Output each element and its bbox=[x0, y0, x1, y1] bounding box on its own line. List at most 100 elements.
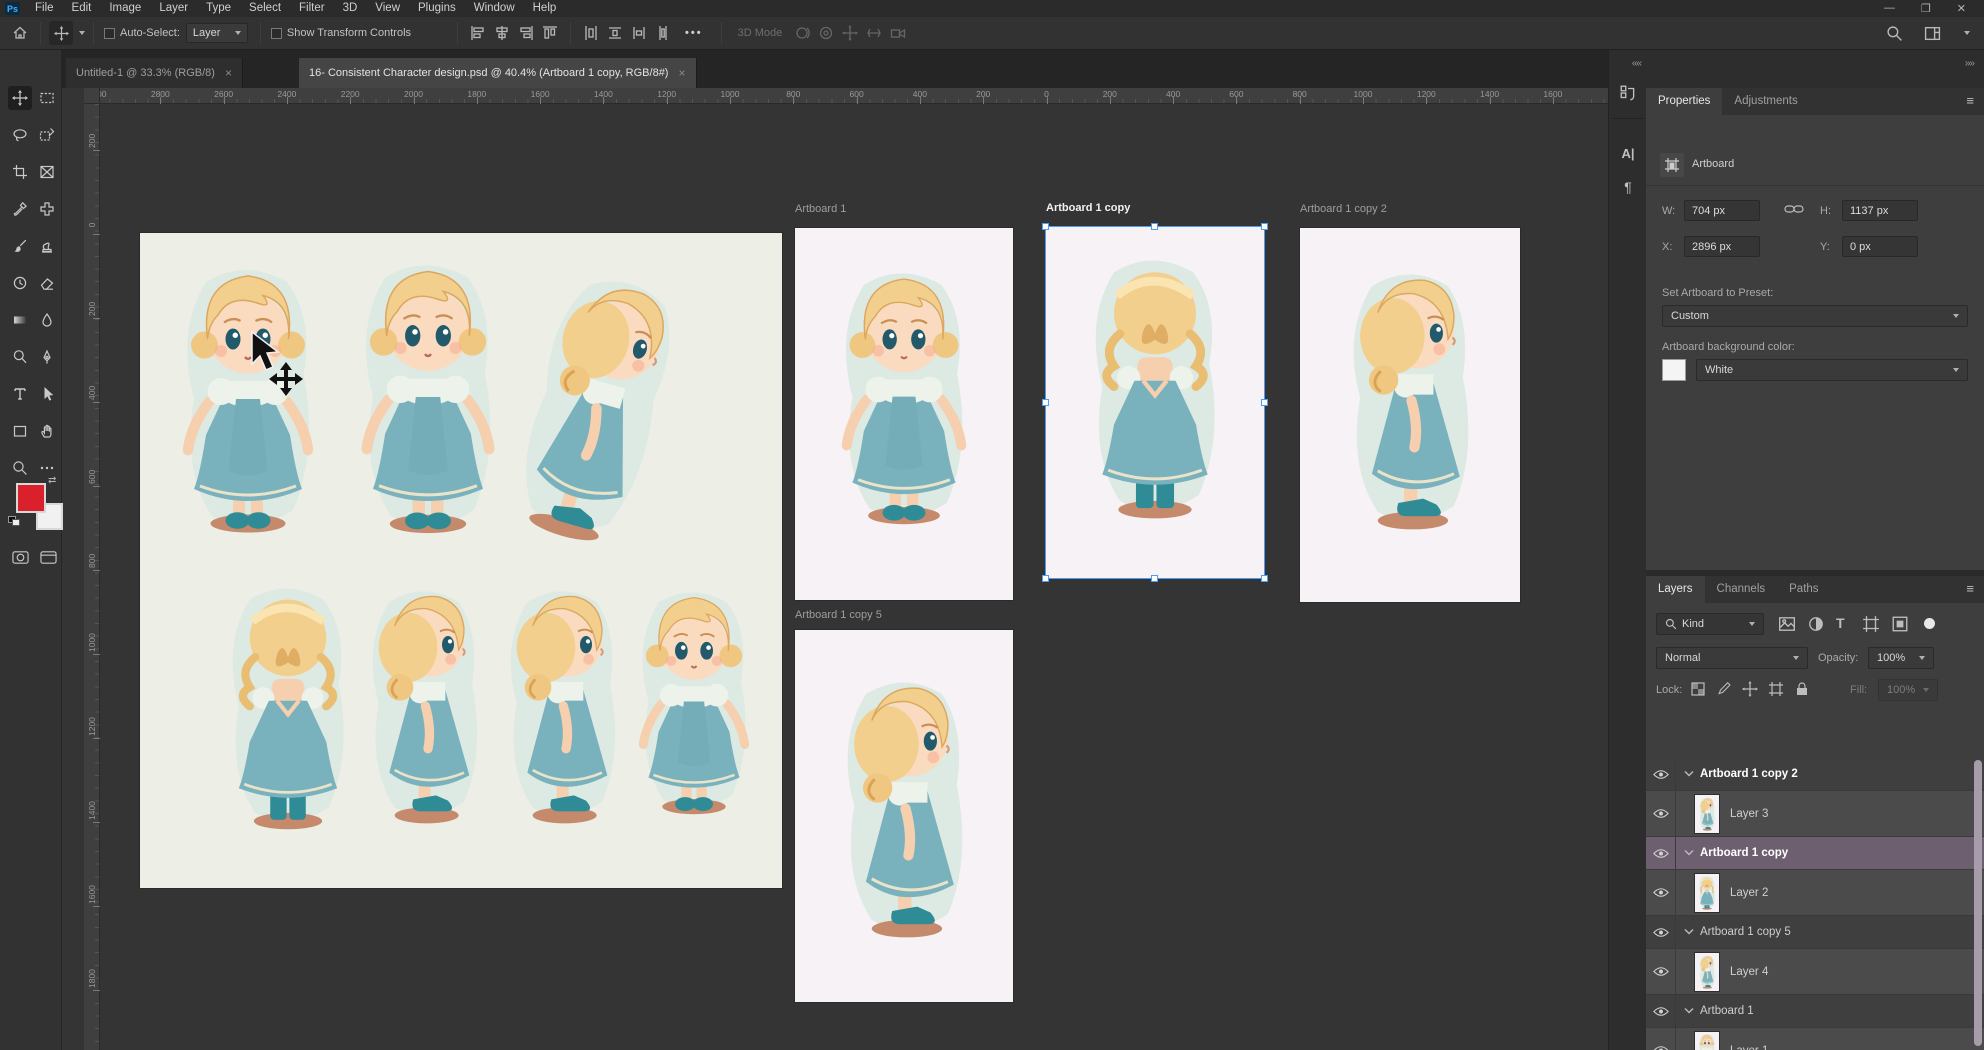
menu-item-filter[interactable]: Filter bbox=[290, 0, 334, 17]
lock-artboard-nesting-icon[interactable] bbox=[1768, 681, 1784, 697]
rectangle-tool-icon[interactable] bbox=[8, 419, 32, 443]
chevron-down-icon[interactable] bbox=[1964, 31, 1970, 35]
selection-handle[interactable] bbox=[1042, 575, 1049, 582]
auto-select-checkbox[interactable] bbox=[104, 28, 115, 39]
filter-shape-layers-icon[interactable] bbox=[1862, 615, 1880, 633]
show-transform-checkbox[interactable] bbox=[271, 28, 282, 39]
move-tool-icon[interactable] bbox=[8, 86, 32, 110]
tab-paths[interactable]: Paths bbox=[1777, 576, 1830, 603]
visibility-eye-icon[interactable] bbox=[1646, 791, 1676, 836]
layer-thumbnail[interactable] bbox=[1694, 873, 1720, 913]
filter-type-layers-icon[interactable]: T bbox=[1836, 615, 1845, 631]
selection-handle[interactable] bbox=[1151, 575, 1158, 582]
screen-mode-icon[interactable] bbox=[36, 545, 60, 569]
3d-camera-icon[interactable] bbox=[886, 21, 910, 45]
layer-thumbnail[interactable] bbox=[1694, 952, 1720, 992]
fill-value[interactable]: 100% bbox=[1878, 679, 1938, 701]
path-selection-tool-icon[interactable] bbox=[35, 382, 59, 406]
align-more-options[interactable]: ••• bbox=[685, 27, 703, 39]
artboard-bg-color-swatch[interactable] bbox=[1662, 359, 1686, 381]
artboard-label[interactable]: Artboard 1 copy 2 bbox=[1300, 203, 1387, 215]
crop-tool-icon[interactable] bbox=[8, 160, 32, 184]
chevron-down-icon[interactable] bbox=[1684, 1005, 1694, 1017]
layer-row[interactable]: Layer 2 bbox=[1646, 870, 1984, 916]
layer-row[interactable]: Layer 3 bbox=[1646, 791, 1984, 837]
canvas-area[interactable]: 3000280026002400220020001800160014001200… bbox=[62, 88, 1608, 1050]
preset-dropdown[interactable]: Custom bbox=[1662, 305, 1968, 327]
move-tool-preset-icon[interactable] bbox=[49, 21, 73, 45]
artboard-1-copy-2[interactable] bbox=[1300, 228, 1520, 602]
selection-handle[interactable] bbox=[1042, 223, 1049, 230]
3d-roll-icon[interactable] bbox=[814, 21, 838, 45]
visibility-eye-icon[interactable] bbox=[1646, 758, 1676, 790]
filter-adjustment-layers-icon[interactable] bbox=[1807, 615, 1825, 633]
eyedropper-tool-icon[interactable] bbox=[8, 197, 32, 221]
lasso-tool-icon[interactable] bbox=[8, 123, 32, 147]
layer-row[interactable]: Layer 4 bbox=[1646, 949, 1984, 995]
menu-item-edit[interactable]: Edit bbox=[63, 0, 101, 17]
foreground-color-swatch[interactable] bbox=[16, 483, 46, 513]
layer-thumbnail[interactable] bbox=[1694, 794, 1720, 834]
restore-button[interactable]: ❐ bbox=[1921, 2, 1931, 15]
height-input[interactable]: 1137 px bbox=[1842, 200, 1918, 221]
distribute-right-icon[interactable] bbox=[651, 21, 675, 45]
tab-close-icon[interactable]: × bbox=[678, 66, 685, 80]
object-selection-tool-icon[interactable] bbox=[35, 123, 59, 147]
close-button[interactable]: ✕ bbox=[1957, 2, 1966, 15]
tab-channels[interactable]: Channels bbox=[1705, 576, 1778, 603]
artboard-label-selected[interactable]: Artboard 1 copy bbox=[1046, 202, 1130, 214]
artboard-1-copy-5[interactable] bbox=[795, 630, 1013, 1002]
panel-menu-icon[interactable]: ≡ bbox=[1956, 576, 1984, 603]
zoom-tool-icon[interactable] bbox=[8, 456, 32, 480]
brush-tool-icon[interactable] bbox=[8, 234, 32, 258]
swap-colors-icon[interactable]: ⇄ bbox=[48, 475, 56, 486]
artboard-1[interactable] bbox=[795, 228, 1013, 600]
layers-scrollbar[interactable] bbox=[1974, 760, 1982, 1046]
selection-handle[interactable] bbox=[1151, 223, 1158, 230]
kind-filter-dropdown[interactable]: Kind bbox=[1656, 613, 1764, 635]
3d-orbit-icon[interactable] bbox=[790, 21, 814, 45]
opacity-value[interactable]: 100% bbox=[1868, 647, 1934, 669]
layer-row-artboard[interactable]: Artboard 1 copy 5 bbox=[1646, 916, 1984, 949]
visibility-eye-icon[interactable] bbox=[1646, 870, 1676, 915]
visibility-eye-icon[interactable] bbox=[1646, 995, 1676, 1027]
blur-tool-icon[interactable] bbox=[35, 308, 59, 332]
tab-properties[interactable]: Properties bbox=[1646, 88, 1722, 115]
selection-handle[interactable] bbox=[1042, 399, 1049, 406]
auto-select-target-dropdown[interactable]: Layer bbox=[186, 23, 248, 43]
layer-row-artboard[interactable]: Artboard 1 copy 2 bbox=[1646, 758, 1984, 791]
document-tab-untitled[interactable]: Untitled-1 @ 33.3% (RGB/8)× bbox=[66, 58, 243, 88]
panel-menu-icon[interactable]: ≡ bbox=[1956, 88, 1984, 115]
default-colors-icon[interactable] bbox=[8, 516, 21, 527]
tab-close-icon[interactable]: × bbox=[225, 66, 232, 80]
tab-layers[interactable]: Layers bbox=[1646, 576, 1705, 603]
gradient-tool-icon[interactable] bbox=[8, 308, 32, 332]
distribute-vertical-centers-icon[interactable] bbox=[627, 21, 651, 45]
align-horizontal-centers-icon[interactable] bbox=[490, 21, 514, 45]
selection-handle[interactable] bbox=[1261, 223, 1268, 230]
minimize-button[interactable]: — bbox=[1884, 2, 1895, 15]
home-icon[interactable] bbox=[8, 21, 32, 45]
menu-item-select[interactable]: Select bbox=[240, 0, 290, 17]
lock-all-icon[interactable] bbox=[1794, 681, 1810, 697]
artboard-1-copy[interactable] bbox=[1046, 227, 1264, 578]
artboard-label[interactable]: Artboard 1 copy 5 bbox=[795, 609, 882, 621]
dodge-tool-icon[interactable] bbox=[8, 345, 32, 369]
menu-item-3d[interactable]: 3D bbox=[334, 0, 367, 17]
lock-position-icon[interactable] bbox=[1742, 681, 1758, 697]
document-tab-active[interactable]: 16- Consistent Character design.psd @ 40… bbox=[299, 58, 697, 88]
align-left-edges-icon[interactable] bbox=[466, 21, 490, 45]
history-brush-tool-icon[interactable] bbox=[8, 271, 32, 295]
visibility-eye-icon[interactable] bbox=[1646, 1028, 1676, 1050]
tab-adjustments[interactable]: Adjustments bbox=[1722, 88, 1809, 115]
filter-toggle-icon[interactable] bbox=[1924, 618, 1935, 629]
3d-pan-icon[interactable] bbox=[838, 21, 862, 45]
selection-handle[interactable] bbox=[1261, 399, 1268, 406]
layer-row-artboard[interactable]: Artboard 1 bbox=[1646, 995, 1984, 1028]
collapse-panels-icon[interactable]: «« bbox=[1632, 58, 1641, 69]
chevron-down-icon[interactable] bbox=[1684, 926, 1694, 938]
photoshop-logo[interactable]: Ps bbox=[5, 2, 20, 15]
y-input[interactable]: 0 px bbox=[1842, 236, 1918, 257]
visibility-eye-icon[interactable] bbox=[1646, 837, 1676, 869]
menu-item-plugins[interactable]: Plugins bbox=[409, 0, 465, 17]
